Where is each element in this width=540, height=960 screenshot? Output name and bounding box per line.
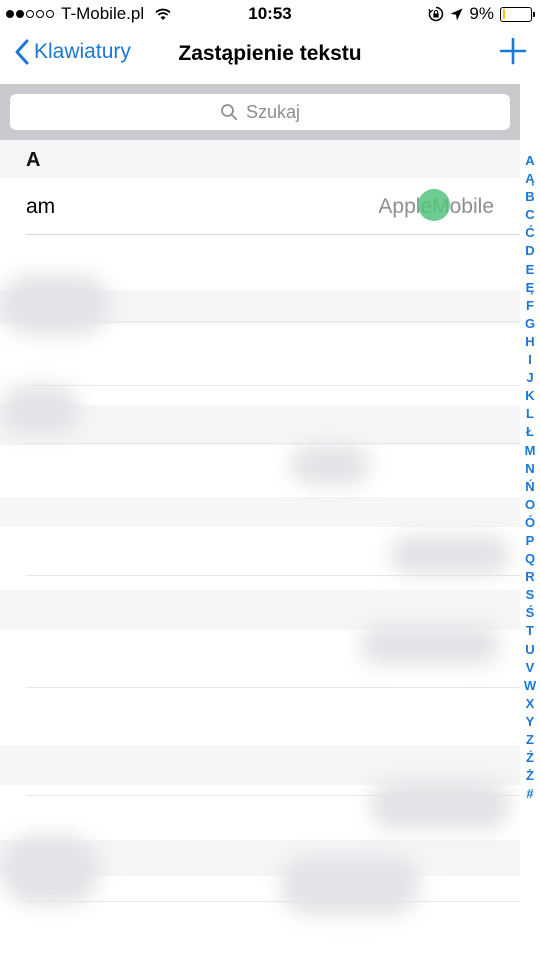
index-letter[interactable]: Ą (520, 170, 540, 188)
blurred-band (0, 590, 520, 630)
index-letter[interactable]: U (520, 641, 540, 659)
index-letter[interactable]: M (520, 442, 540, 460)
index-letter[interactable]: R (520, 568, 540, 586)
shortcut-text: am (26, 195, 56, 218)
index-letter[interactable]: V (520, 659, 540, 677)
index-letter[interactable]: W (520, 677, 540, 695)
index-letter[interactable]: G (520, 315, 540, 333)
index-letter[interactable]: Ł (520, 423, 540, 441)
index-letter[interactable]: H (520, 333, 540, 351)
status-bar: T-Mobile.pl 10:53 9% (0, 0, 540, 28)
index-letter[interactable]: O (520, 496, 540, 514)
section-index[interactable]: A Ą B C Ć D E Ę F G H I J K L Ł M N Ń O Ó P Q R S Ś T U V W X Y Z Ź Ż # (520, 152, 540, 832)
row-separator (26, 443, 520, 444)
blurred-content (0, 835, 100, 905)
blurred-content (280, 855, 420, 915)
index-letter[interactable]: Ż (520, 767, 540, 785)
row-separator (26, 687, 520, 688)
index-letter[interactable]: B (520, 188, 540, 206)
section-header-label: A (26, 149, 41, 171)
index-letter[interactable]: A (520, 152, 540, 170)
battery-percent: 9% (469, 4, 494, 23)
row-separator (26, 575, 520, 576)
blurred-band (0, 497, 520, 527)
index-letter[interactable]: Ó (520, 514, 540, 532)
status-right: 9% (428, 4, 535, 24)
index-letter[interactable]: Z (520, 731, 540, 749)
rotation-lock-icon (428, 6, 444, 22)
index-letter[interactable]: Ę (520, 279, 540, 297)
index-letter[interactable]: X (520, 695, 540, 713)
blurred-content (370, 780, 510, 830)
blurred-content (0, 385, 80, 435)
blurred-content (0, 275, 110, 335)
index-letter[interactable]: K (520, 387, 540, 405)
search-placeholder: Szukaj (245, 101, 301, 122)
back-button-label: Klawiatury (34, 40, 131, 63)
index-letter[interactable]: Ń (520, 478, 540, 496)
index-letter[interactable]: # (520, 785, 540, 803)
index-letter[interactable]: D (520, 242, 540, 260)
blurred-content (360, 625, 500, 665)
index-letter[interactable]: Ź (520, 749, 540, 767)
row-separator (26, 901, 520, 902)
index-letter[interactable]: S (520, 586, 540, 604)
battery-icon (500, 6, 535, 22)
touch-indicator (418, 189, 450, 221)
index-letter[interactable]: Y (520, 713, 540, 731)
row-separator (26, 385, 520, 386)
index-letter[interactable]: N (520, 460, 540, 478)
blurred-list (0, 235, 520, 960)
plus-icon[interactable] (498, 36, 528, 66)
location-icon (450, 8, 463, 20)
index-letter[interactable]: E (520, 261, 540, 279)
section-header: A (0, 140, 520, 178)
index-letter[interactable]: L (520, 405, 540, 423)
index-letter[interactable]: Ć (520, 224, 540, 242)
index-letter[interactable]: T (520, 622, 540, 640)
blurred-content (290, 445, 370, 485)
chevron-left-icon (15, 39, 29, 65)
search-bar: Szukaj (0, 84, 520, 140)
blurred-band (0, 745, 520, 785)
search-icon (221, 104, 238, 121)
index-letter[interactable]: P (520, 532, 540, 550)
index-letter[interactable]: Q (520, 550, 540, 568)
index-letter[interactable]: F (520, 297, 540, 315)
index-letter[interactable]: I (520, 351, 540, 369)
index-letter[interactable]: J (520, 369, 540, 387)
index-letter[interactable]: C (520, 206, 540, 224)
navigation-bar: Klawiatury Zastąpienie tekstu (0, 28, 540, 84)
blurred-content (390, 535, 510, 575)
battery-level (502, 9, 505, 19)
index-letter[interactable]: Ś (520, 604, 540, 622)
back-button[interactable]: Klawiatury (14, 38, 131, 66)
search-input[interactable]: Szukaj (10, 94, 510, 130)
